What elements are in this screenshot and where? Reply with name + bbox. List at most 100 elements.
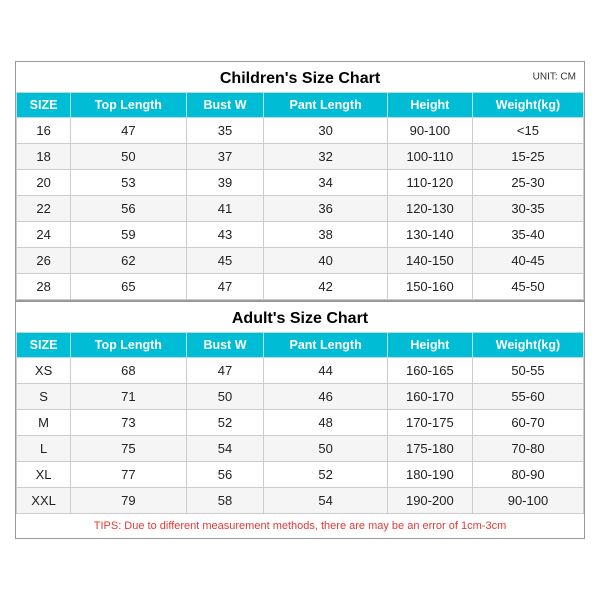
table-cell: 180-190 — [387, 462, 472, 488]
table-cell: XXL — [17, 488, 71, 514]
table-cell: 24 — [17, 222, 71, 248]
adult-title-text: Adult's Size Chart — [232, 310, 368, 327]
unit-label: UNIT: CM — [533, 72, 576, 83]
adult-header-top-length: Top Length — [71, 333, 186, 358]
table-cell: 40-45 — [472, 248, 583, 274]
adult-header-height: Height — [387, 333, 472, 358]
table-cell: 79 — [71, 488, 186, 514]
table-cell: 80-90 — [472, 462, 583, 488]
table-cell: 38 — [264, 222, 387, 248]
table-cell: 18 — [17, 144, 71, 170]
table-cell: 140-150 — [387, 248, 472, 274]
table-cell: L — [17, 436, 71, 462]
table-cell: 160-170 — [387, 384, 472, 410]
table-cell: 41 — [186, 196, 264, 222]
table-cell: 65 — [71, 274, 186, 300]
table-cell: 42 — [264, 274, 387, 300]
table-cell: 34 — [264, 170, 387, 196]
adult-header-weight: Weight(kg) — [472, 333, 583, 358]
adult-header-bust-w: Bust W — [186, 333, 264, 358]
adult-table: SIZE Top Length Bust W Pant Length Heigh… — [16, 332, 584, 514]
header-weight: Weight(kg) — [472, 93, 583, 118]
table-cell: 90-100 — [387, 118, 472, 144]
table-cell: 15-25 — [472, 144, 583, 170]
table-cell: 36 — [264, 196, 387, 222]
table-cell: 120-130 — [387, 196, 472, 222]
table-cell: 110-120 — [387, 170, 472, 196]
table-cell: 28 — [17, 274, 71, 300]
table-cell: S — [17, 384, 71, 410]
table-cell: 55-60 — [472, 384, 583, 410]
table-cell: 47 — [71, 118, 186, 144]
table-cell: <15 — [472, 118, 583, 144]
table-cell: 46 — [264, 384, 387, 410]
children-section-title: Children's Size Chart UNIT: CM — [16, 62, 584, 92]
table-cell: 50 — [186, 384, 264, 410]
table-cell: 26 — [17, 248, 71, 274]
table-cell: 77 — [71, 462, 186, 488]
table-cell: XS — [17, 358, 71, 384]
children-title-text: Children's Size Chart — [220, 70, 380, 87]
table-cell: 50-55 — [472, 358, 583, 384]
table-cell: 52 — [186, 410, 264, 436]
table-cell: 32 — [264, 144, 387, 170]
table-cell: M — [17, 410, 71, 436]
table-cell: 16 — [17, 118, 71, 144]
table-cell: 130-140 — [387, 222, 472, 248]
header-height: Height — [387, 93, 472, 118]
table-cell: 190-200 — [387, 488, 472, 514]
table-cell: 56 — [71, 196, 186, 222]
adult-header-size: SIZE — [17, 333, 71, 358]
table-cell: 58 — [186, 488, 264, 514]
table-cell: 22 — [17, 196, 71, 222]
table-row: XL775652180-19080-90 — [17, 462, 584, 488]
table-row: L755450175-18070-80 — [17, 436, 584, 462]
table-cell: 70-80 — [472, 436, 583, 462]
table-row: M735248170-17560-70 — [17, 410, 584, 436]
table-row: XS684744160-16550-55 — [17, 358, 584, 384]
adult-section-title: Adult's Size Chart — [16, 300, 584, 332]
table-cell: 175-180 — [387, 436, 472, 462]
children-table: SIZE Top Length Bust W Pant Length Heigh… — [16, 92, 584, 300]
table-row: 24594338130-14035-40 — [17, 222, 584, 248]
table-cell: 43 — [186, 222, 264, 248]
table-cell: 54 — [264, 488, 387, 514]
table-cell: 40 — [264, 248, 387, 274]
table-cell: 50 — [71, 144, 186, 170]
table-cell: 39 — [186, 170, 264, 196]
table-cell: 170-175 — [387, 410, 472, 436]
table-cell: 90-100 — [472, 488, 583, 514]
table-cell: 35-40 — [472, 222, 583, 248]
table-cell: 44 — [264, 358, 387, 384]
table-cell: 45-50 — [472, 274, 583, 300]
table-cell: 48 — [264, 410, 387, 436]
table-row: 1647353090-100<15 — [17, 118, 584, 144]
header-bust-w: Bust W — [186, 93, 264, 118]
table-cell: 54 — [186, 436, 264, 462]
table-cell: 53 — [71, 170, 186, 196]
table-cell: 30-35 — [472, 196, 583, 222]
table-cell: 45 — [186, 248, 264, 274]
table-cell: 52 — [264, 462, 387, 488]
tips-text: TIPS: Due to different measurement metho… — [16, 514, 584, 538]
table-row: 20533934110-12025-30 — [17, 170, 584, 196]
table-cell: 37 — [186, 144, 264, 170]
table-cell: 62 — [71, 248, 186, 274]
table-cell: 25-30 — [472, 170, 583, 196]
header-size: SIZE — [17, 93, 71, 118]
table-row: 22564136120-13030-35 — [17, 196, 584, 222]
table-cell: 68 — [71, 358, 186, 384]
header-pant-length: Pant Length — [264, 93, 387, 118]
table-cell: 59 — [71, 222, 186, 248]
table-cell: 71 — [71, 384, 186, 410]
header-top-length: Top Length — [71, 93, 186, 118]
table-row: 18503732100-11015-25 — [17, 144, 584, 170]
table-cell: 50 — [264, 436, 387, 462]
table-row: XXL795854190-20090-100 — [17, 488, 584, 514]
table-row: S715046160-17055-60 — [17, 384, 584, 410]
table-row: 26624540140-15040-45 — [17, 248, 584, 274]
chart-container: Children's Size Chart UNIT: CM SIZE Top … — [15, 61, 585, 539]
table-cell: 75 — [71, 436, 186, 462]
table-cell: 20 — [17, 170, 71, 196]
adult-header-pant-length: Pant Length — [264, 333, 387, 358]
